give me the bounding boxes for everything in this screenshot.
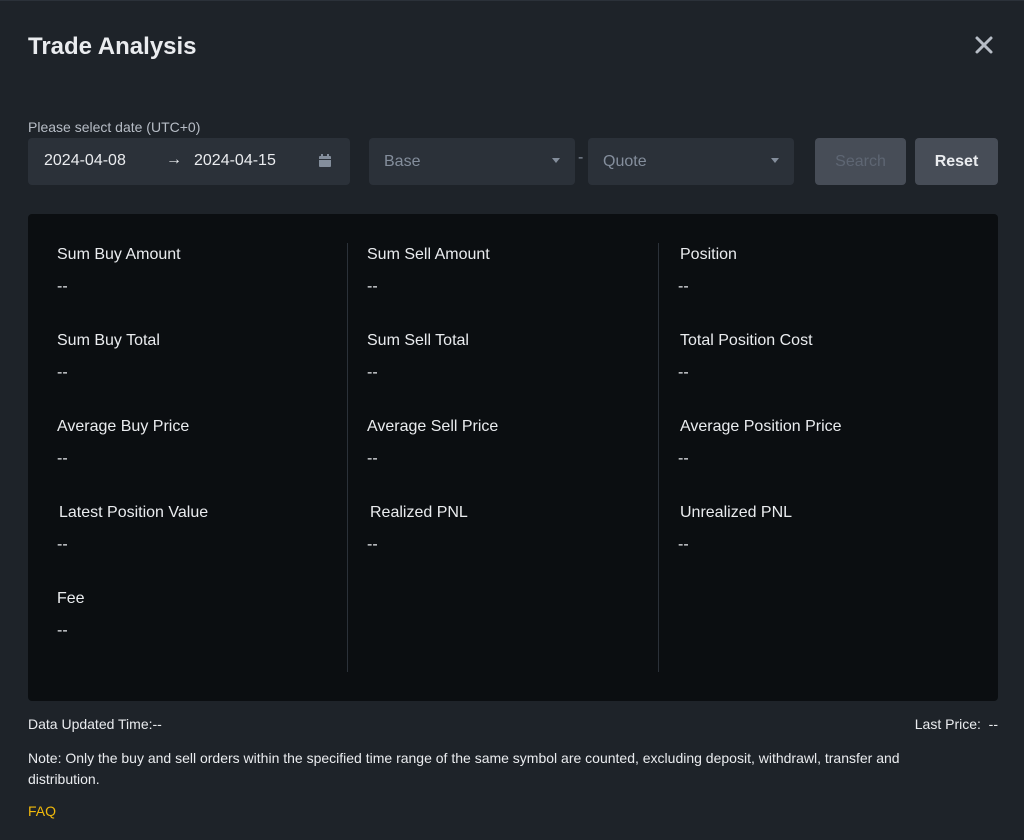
faq-link[interactable]: FAQ: [28, 803, 56, 819]
stats-panel: Sum Buy Amount -- Sum Buy Total -- Avera…: [28, 214, 998, 701]
stat-label-average-position-price: Average Position Price: [680, 418, 842, 435]
stat-label-total-position-cost: Total Position Cost: [680, 332, 813, 349]
date-label: Please select date (UTC+0): [28, 119, 201, 135]
stat-value-average-buy-price: --: [57, 450, 68, 467]
quote-placeholder: Quote: [603, 153, 647, 170]
stat-value-fee: --: [57, 622, 68, 639]
stat-label-realized-pnl: Realized PNL: [370, 504, 468, 521]
stat-value-sum-buy-total: --: [57, 364, 68, 381]
stat-label-unrealized-pnl: Unrealized PNL: [680, 504, 793, 521]
data-updated-time: Data Updated Time:--: [28, 716, 162, 732]
stat-label-sum-sell-amount: Sum Sell Amount: [367, 246, 490, 263]
base-select[interactable]: Base: [369, 138, 575, 185]
note-text: Note: Only the buy and sell orders withi…: [28, 750, 900, 787]
stat-value-sum-sell-total: --: [367, 364, 378, 381]
stat-label-fee: Fee: [57, 590, 85, 607]
column-divider: [658, 243, 659, 672]
stat-value-average-position-price: --: [678, 450, 689, 467]
arrow-right-icon: →: [166, 151, 182, 168]
stat-label-average-sell-price: Average Sell Price: [367, 418, 499, 435]
stat-value-average-sell-price: --: [367, 450, 378, 467]
base-placeholder: Base: [384, 153, 421, 170]
last-price: Last Price: --: [914, 716, 998, 732]
stat-value-total-position-cost: --: [678, 364, 689, 381]
chevron-down-icon: [771, 158, 779, 163]
search-button[interactable]: Search: [815, 138, 906, 185]
stat-label-sum-buy-total: Sum Buy Total: [57, 332, 160, 349]
end-date[interactable]: 2024-04-15: [194, 152, 276, 170]
stat-label-average-buy-price: Average Buy Price: [57, 418, 190, 435]
trade-analysis-modal: Trade Analysis Please select date (UTC+0…: [0, 0, 1024, 840]
stat-value-latest-position-value: --: [57, 536, 68, 553]
pair-separator: -: [578, 149, 584, 166]
stat-value-sum-buy-amount: --: [57, 278, 68, 295]
stat-value-position: --: [678, 278, 689, 295]
stat-value-unrealized-pnl: --: [678, 536, 689, 553]
quote-select[interactable]: Quote: [588, 138, 794, 185]
column-divider: [347, 243, 348, 672]
stat-label-sum-sell-total: Sum Sell Total: [367, 332, 469, 349]
calendar-icon[interactable]: [318, 154, 332, 168]
modal-title: Trade Analysis: [28, 33, 197, 60]
stat-value-sum-sell-amount: --: [367, 278, 378, 295]
stat-label-latest-position-value: Latest Position Value: [59, 504, 209, 521]
stat-label-position: Position: [680, 246, 737, 263]
stat-value-realized-pnl: --: [367, 536, 378, 553]
stat-label-sum-buy-amount: Sum Buy Amount: [57, 246, 181, 263]
start-date[interactable]: 2024-04-08: [44, 152, 126, 170]
date-range-picker[interactable]: 2024-04-08 → 2024-04-15: [28, 138, 350, 185]
chevron-down-icon: [552, 158, 560, 163]
close-icon[interactable]: [970, 31, 998, 59]
reset-button[interactable]: Reset: [915, 138, 998, 185]
